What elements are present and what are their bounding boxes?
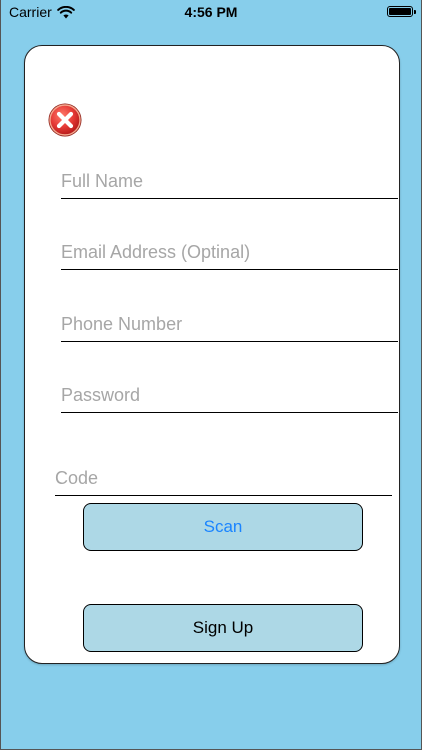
signup-card: Scan Sign Up — [24, 45, 400, 664]
battery-level — [389, 8, 411, 15]
close-button[interactable] — [47, 102, 83, 138]
sign-up-button[interactable]: Sign Up — [83, 604, 363, 652]
scan-button[interactable]: Scan — [83, 503, 363, 551]
email-input[interactable] — [61, 235, 398, 269]
full-name-field[interactable] — [61, 164, 398, 199]
password-field[interactable] — [61, 378, 398, 413]
email-field[interactable] — [61, 235, 398, 270]
phone-input[interactable] — [61, 307, 398, 341]
battery-icon — [387, 6, 416, 17]
close-icon — [47, 102, 83, 138]
code-input[interactable] — [55, 461, 392, 495]
code-field[interactable] — [55, 461, 392, 496]
status-bar: Carrier 4:56 PM — [1, 0, 421, 22]
status-time: 4:56 PM — [184, 4, 238, 20]
full-name-input[interactable] — [61, 164, 398, 198]
phone-field[interactable] — [61, 307, 398, 342]
password-input[interactable] — [61, 378, 398, 412]
